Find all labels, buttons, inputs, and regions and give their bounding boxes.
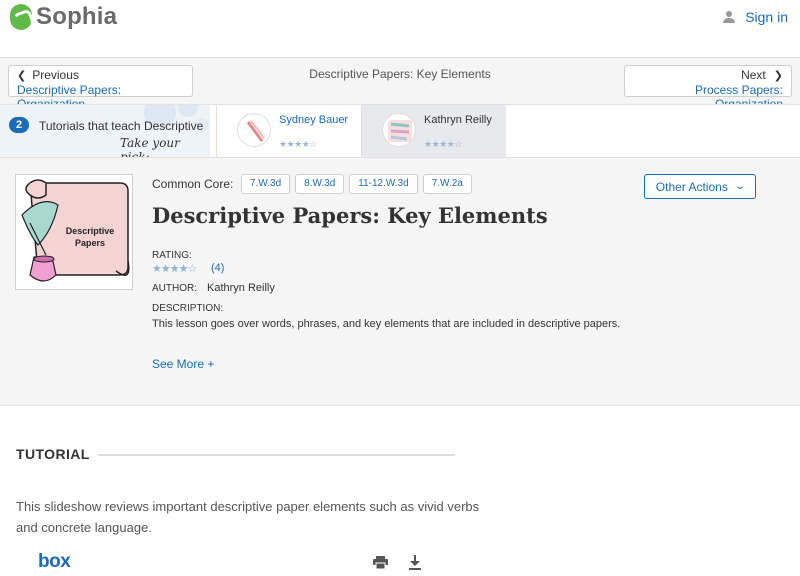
download-icon[interactable] — [408, 555, 422, 570]
lesson-navigation: ❮ Previous Descriptive Papers: Organizat… — [0, 58, 800, 111]
avatar — [237, 113, 271, 147]
common-core-tags: 7.W.3d 8.W.3d 11-12.W.3d 7.W.2a — [241, 174, 477, 194]
teacher-option-sydney-bauer[interactable]: Sydney Bauer ★★★★☆ — [216, 105, 361, 157]
other-actions-label: Other Actions — [655, 179, 728, 194]
teacher-avatar-image — [388, 120, 412, 142]
current-lesson-title: Descriptive Papers: Key Elements — [309, 67, 491, 81]
previous-button[interactable]: ❮ Previous Descriptive Papers: Organizat… — [8, 65, 193, 111]
lesson-thumbnail: Descriptive Papers — [15, 174, 133, 290]
next-label: Next — [741, 68, 766, 82]
rating-stars-icon[interactable]: ★★★★☆ — [152, 262, 197, 275]
description-label: DESCRIPTION: — [152, 303, 224, 314]
tutorial-section-title: TUTORIAL — [16, 446, 90, 462]
common-core-tag[interactable]: 8.W.3d — [295, 174, 345, 194]
sign-in-link[interactable]: Sign in — [723, 9, 788, 25]
rating-label: RATING: — [152, 250, 192, 261]
tutorial-description: This slideshow reviews important descrip… — [16, 499, 480, 535]
sign-in-label: Sign in — [745, 9, 788, 25]
print-icon[interactable] — [373, 556, 388, 569]
teacher-option-kathryn-reilly[interactable]: Kathryn Reilly ★★★★☆ — [361, 105, 506, 157]
chevron-left-icon: ❮ — [17, 69, 27, 82]
sophia-logo[interactable]: Sophia — [10, 3, 117, 31]
site-header: Sophia Sign in — [0, 0, 800, 58]
teacher-rating-stars: ★★★★☆ — [279, 139, 317, 149]
thumbnail-caption: Descriptive Papers — [65, 226, 115, 248]
chevron-down-icon: ⌄ — [734, 181, 746, 192]
common-core-tag[interactable]: 7.W.2a — [422, 174, 472, 194]
box-logo[interactable]: box — [38, 551, 71, 573]
tutorial-count-badge: 2 — [9, 117, 29, 133]
teacher-rating-stars: ★★★★☆ — [424, 139, 462, 149]
person-icon — [723, 11, 736, 23]
common-core-label: Common Core: — [152, 177, 234, 191]
teacher-name: Kathryn Reilly — [424, 114, 492, 126]
next-label-row: Next ❯ — [633, 68, 783, 82]
lesson-details-panel: Descriptive Papers Common Core: 7.W.3d 8… — [0, 158, 800, 406]
lesson-description: This lesson goes over words, phrases, an… — [152, 318, 621, 330]
previous-label-row: ❮ Previous — [17, 68, 184, 82]
take-your-pick-label: Take your pick: — [120, 136, 180, 157]
rating-count[interactable]: (4) — [211, 262, 224, 274]
sophia-logo-icon — [10, 4, 32, 30]
previous-label: Previous — [32, 68, 79, 82]
next-button[interactable]: Next ❯ Process Papers: Organization — [624, 65, 792, 111]
common-core-tag[interactable]: 7.W.3d — [241, 174, 291, 194]
avatar — [382, 113, 416, 147]
teacher-avatar-image — [246, 120, 265, 142]
tutorials-label: Tutorials that teach Descriptive — [39, 119, 204, 133]
author-name: Kathryn Reilly — [207, 282, 275, 294]
tutorials-intro: 2 Tutorials that teach Descriptive Take … — [0, 105, 210, 157]
lesson-title: Descriptive Papers: Key Elements — [152, 203, 548, 228]
see-more-link[interactable]: See More + — [152, 357, 214, 371]
other-actions-button[interactable]: Other Actions ⌄ — [644, 174, 756, 199]
logo-text: Sophia — [36, 3, 118, 30]
chevron-right-icon: ❯ — [773, 69, 783, 82]
teacher-name: Sydney Bauer — [279, 114, 349, 126]
common-core-tag[interactable]: 11-12.W.3d — [349, 174, 418, 194]
section-divider — [98, 454, 455, 456]
tutorials-strip: 2 Tutorials that teach Descriptive Take … — [0, 104, 800, 158]
author-label: AUTHOR: — [152, 283, 197, 294]
